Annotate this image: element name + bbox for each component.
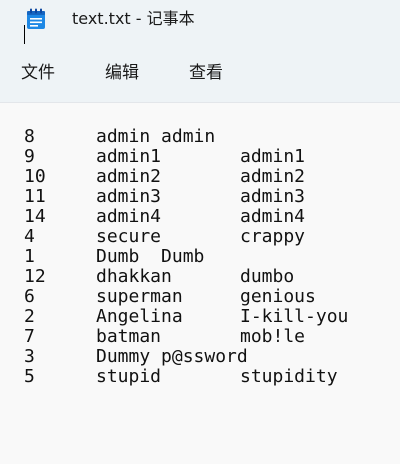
line-col-3: genious bbox=[240, 286, 316, 307]
line-col-2: stupid bbox=[96, 366, 162, 387]
line-col-3: admin4 bbox=[240, 206, 306, 227]
line-col-1: 10 bbox=[24, 166, 46, 187]
text-editor-area[interactable]: 8 admin admin 9 admin1 admin1 10 admin2 admin… bbox=[0, 103, 400, 464]
line-col-2: Dummy p@ssword bbox=[96, 346, 248, 367]
line-col-2: admin2 bbox=[96, 166, 162, 187]
menu-edit[interactable]: 编辑 bbox=[105, 61, 139, 85]
line-col-1: 9 bbox=[24, 146, 35, 167]
notepad-icon bbox=[27, 8, 45, 29]
line-col-1: 7 bbox=[24, 326, 35, 347]
line-col-3: mob!le bbox=[240, 326, 306, 347]
line-col-3: admin1 bbox=[240, 146, 306, 167]
line-col-1: 11 bbox=[24, 186, 46, 207]
line-col-1: 14 bbox=[24, 206, 46, 227]
menu-view[interactable]: 查看 bbox=[189, 61, 223, 85]
menu-bar: 文件 编辑 查看 bbox=[0, 40, 400, 102]
line-col-3: I-kill-you bbox=[240, 306, 349, 327]
line-col-3: crappy bbox=[240, 226, 306, 247]
line-col-1: 5 bbox=[24, 366, 35, 387]
line-col-2: admin admin bbox=[96, 126, 216, 147]
line-col-2: batman bbox=[96, 326, 162, 347]
line-col-2: superman bbox=[96, 286, 183, 307]
line-col-2: secure bbox=[96, 226, 162, 247]
line-col-3: dumbo bbox=[240, 266, 295, 287]
line-col-3: admin2 bbox=[240, 166, 306, 187]
line-col-2: admin4 bbox=[96, 206, 162, 227]
line-col-3: admin3 bbox=[240, 186, 306, 207]
line-col-2: Dumb Dumb bbox=[96, 246, 205, 267]
window-title: text.txt - 记事本 bbox=[72, 9, 195, 28]
line-col-1: 4 bbox=[24, 226, 35, 247]
title-bar[interactable]: text.txt - 记事本 bbox=[0, 0, 400, 40]
line-col-2: admin1 bbox=[96, 146, 162, 167]
line-col-1: 6 bbox=[24, 286, 35, 307]
line-col-1: 2 bbox=[24, 306, 35, 327]
line-col-1: 12 bbox=[24, 266, 46, 287]
line-col-1: 8 bbox=[24, 126, 35, 147]
menu-file[interactable]: 文件 bbox=[21, 61, 55, 85]
line-col-1: 3 bbox=[24, 346, 35, 367]
text-cursor bbox=[24, 25, 25, 44]
line-col-3: stupidity bbox=[240, 366, 338, 387]
line-col-2: dhakkan bbox=[96, 266, 172, 287]
line-col-2: Angelina bbox=[96, 306, 183, 327]
line-col-1: 1 bbox=[24, 246, 35, 267]
line-col-2: admin3 bbox=[96, 186, 162, 207]
